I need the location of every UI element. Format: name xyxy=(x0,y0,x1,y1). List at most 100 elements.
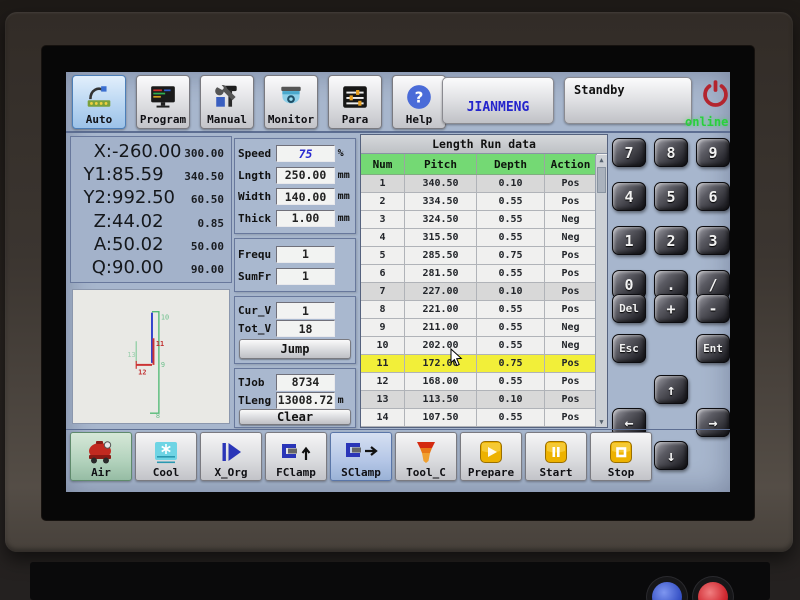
run-data-table: Length Run data Num Pitch Depth Action 1… xyxy=(360,134,608,428)
param-value-field[interactable]: 13008.72 xyxy=(276,392,334,409)
table-row[interactable]: 5 285.50 0.75 Pos xyxy=(361,247,597,265)
param-value-field[interactable]: 75 xyxy=(276,145,334,162)
table-row[interactable]: 1 340.50 0.10 Pos xyxy=(361,175,597,193)
bottom-button-x-org[interactable]: X_Org xyxy=(200,432,262,481)
nav-button-para[interactable]: Para xyxy=(328,75,382,129)
param-value-field[interactable]: 8734 xyxy=(276,374,334,391)
table-row[interactable]: 3 324.50 0.55 Neg xyxy=(361,211,597,229)
cell-action: Pos xyxy=(545,265,597,282)
param-value-field[interactable]: 140.00 xyxy=(276,188,334,205)
table-row[interactable]: 2 334.50 0.55 Pos xyxy=(361,193,597,211)
bottom-button-fclamp[interactable]: FClamp xyxy=(265,432,327,481)
help-icon: ? xyxy=(405,81,433,113)
cell-pitch: 221.00 xyxy=(405,301,477,318)
nav-button-monitor[interactable]: Monitor xyxy=(264,75,318,129)
keypad-key-up[interactable]: ↑ xyxy=(654,375,688,404)
keypad-key-plus[interactable]: + xyxy=(654,294,688,323)
table-row[interactable]: 12 168.00 0.55 Pos xyxy=(361,373,597,391)
keypad-key-1[interactable]: 1 xyxy=(612,226,646,255)
bottom-button-sclamp[interactable]: SClamp xyxy=(330,432,392,481)
keypad-key-2[interactable]: 2 xyxy=(654,226,688,255)
table-row[interactable]: 4 315.50 0.55 Neg xyxy=(361,229,597,247)
scroll-up-icon[interactable]: ▲ xyxy=(599,155,603,165)
cell-action: Neg xyxy=(545,319,597,336)
bottom-button-air[interactable]: Air xyxy=(70,432,132,481)
col-header-pitch: Pitch xyxy=(405,154,477,174)
table-row[interactable]: 14 107.50 0.55 Pos xyxy=(361,409,597,427)
param-unit: mm xyxy=(338,213,352,224)
keypad-key-del[interactable]: Del xyxy=(612,294,646,323)
keypad-key-7[interactable]: 7 xyxy=(612,138,646,167)
clear-button[interactable]: Clear xyxy=(239,409,351,425)
cell-num: 4 xyxy=(361,229,405,246)
param-row: Cur_V 1 xyxy=(238,302,352,320)
scrollbar-thumb[interactable] xyxy=(597,167,606,193)
cell-pitch: 340.50 xyxy=(405,175,477,192)
nav-button-program[interactable]: Program xyxy=(136,75,190,129)
red-physical-button[interactable] xyxy=(698,582,728,600)
standby-button[interactable]: Standby xyxy=(564,77,692,124)
keypad-key-5[interactable]: 5 xyxy=(654,182,688,211)
bottom-button-tool-c[interactable]: Tool_C xyxy=(395,432,457,481)
table-row[interactable]: 9 211.00 0.55 Neg xyxy=(361,319,597,337)
nav-button-label: Auto xyxy=(86,113,113,126)
bottom-button-start[interactable]: Start xyxy=(525,432,587,481)
power-icon[interactable] xyxy=(699,76,730,111)
blue-physical-button[interactable] xyxy=(652,582,682,600)
axis-value: 44.02 xyxy=(112,211,164,232)
auto-icon xyxy=(85,81,113,113)
cell-depth: 0.55 xyxy=(477,409,545,426)
jump-button[interactable]: Jump xyxy=(239,339,351,359)
cell-pitch: 202.00 xyxy=(405,337,477,354)
brand-button[interactable]: JIANMENG xyxy=(442,77,554,124)
bottom-button-stop[interactable]: Stop xyxy=(590,432,652,481)
param-label: Frequ xyxy=(238,248,273,261)
table-row[interactable]: 7 227.00 0.10 Pos xyxy=(361,283,597,301)
keypad-key-3[interactable]: 3 xyxy=(696,226,730,255)
scroll-down-icon[interactable]: ▼ xyxy=(599,417,603,427)
bottom-button-cool[interactable]: Cool xyxy=(135,432,197,481)
cell-action: Pos xyxy=(545,283,597,300)
axis-target-value: 300.00 xyxy=(184,147,227,160)
nav-button-auto[interactable]: Auto xyxy=(72,75,126,129)
keypad-key-minus[interactable]: - xyxy=(696,294,730,323)
table-row[interactable]: 11 172.00 0.75 Pos xyxy=(361,355,597,373)
cell-pitch: 227.00 xyxy=(405,283,477,300)
axis-name: A xyxy=(75,234,112,255)
mouse-cursor xyxy=(450,348,463,367)
param-value-field[interactable]: 1.00 xyxy=(276,210,334,227)
keypad-key-9[interactable]: 9 xyxy=(696,138,730,167)
axis-row: Y1 85.59 340.50 xyxy=(75,164,227,185)
cell-num: 1 xyxy=(361,175,405,192)
monitor-icon xyxy=(277,81,305,113)
cell-num: 3 xyxy=(361,211,405,228)
keypad-key-8[interactable]: 8 xyxy=(654,138,688,167)
param-label: Thick xyxy=(238,212,273,225)
param-value-field[interactable]: 1 xyxy=(276,302,334,319)
table-row[interactable]: 13 113.50 0.10 Pos xyxy=(361,391,597,409)
cell-num: 13 xyxy=(361,391,405,408)
cell-pitch: 172.00 xyxy=(405,355,477,372)
bottom-button-label: FClamp xyxy=(276,466,316,479)
keypad-key-6[interactable]: 6 xyxy=(696,182,730,211)
table-row[interactable]: 10 202.00 0.55 Neg xyxy=(361,337,597,355)
cell-num: 10 xyxy=(361,337,405,354)
cell-action: Pos xyxy=(545,247,597,264)
axis-row: X -260.00 300.00 xyxy=(75,141,227,162)
param-value-field[interactable]: 250.00 xyxy=(276,167,334,184)
nav-button-manual[interactable]: Manual xyxy=(200,75,254,129)
keypad-key-ent[interactable]: Ent xyxy=(696,334,730,363)
table-row[interactable]: 8 221.00 0.55 Pos xyxy=(361,301,597,319)
nav-button-help[interactable]: ? Help xyxy=(392,75,446,129)
bottom-button-label: Cool xyxy=(153,466,180,479)
table-scrollbar[interactable]: ▲ ▼ xyxy=(595,155,607,427)
param-value-field[interactable]: 18 xyxy=(276,320,334,337)
cell-depth: 0.55 xyxy=(477,337,545,354)
bottom-button-prepare[interactable]: Prepare xyxy=(460,432,522,481)
keypad-key-esc[interactable]: Esc xyxy=(612,334,646,363)
table-row[interactable]: 6 281.50 0.55 Pos xyxy=(361,265,597,283)
keypad-key-4[interactable]: 4 xyxy=(612,182,646,211)
param-value-field[interactable]: 1 xyxy=(276,246,334,263)
variant-box: Cur_V 1 Tot_V 18 Jump xyxy=(234,296,356,364)
param-value-field[interactable]: 1 xyxy=(276,268,334,285)
